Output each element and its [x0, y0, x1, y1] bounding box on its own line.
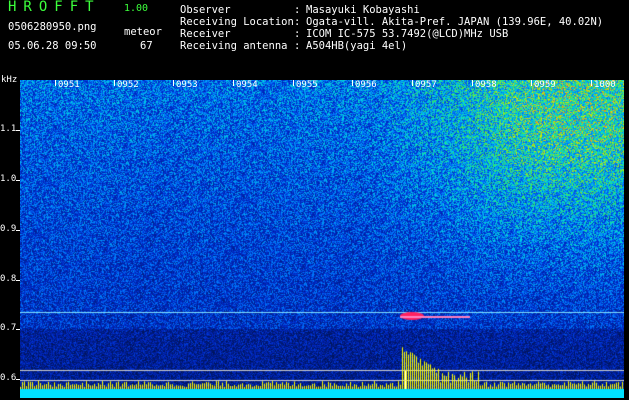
y-tick-label: 1.0: [0, 174, 17, 184]
antenna-label: Receiving antenna: [180, 40, 288, 52]
x-tick-label: 0951: [58, 80, 80, 90]
y-tick-label: 0.6: [0, 373, 17, 383]
y-tick-label: 1.1: [0, 124, 17, 134]
header-panel: HROFFT 1.00 0506280950.png meteor 05.06.…: [0, 0, 629, 74]
app-version: 1.00: [124, 3, 149, 14]
app-title: HROFFT: [8, 0, 101, 15]
x-tick-label: 0959: [534, 80, 556, 90]
y-axis-unit: kHz: [1, 75, 18, 85]
receiver-label: Receiver: [180, 28, 231, 40]
meteor-count: 67: [140, 40, 153, 52]
x-tick-label: 1000: [594, 80, 616, 90]
antenna-sep: :: [294, 40, 301, 52]
meteor-label: meteor: [124, 26, 162, 38]
spectrogram-canvas: [20, 80, 624, 398]
x-tick-label: 0953: [176, 80, 198, 90]
observer-value: Masayuki Kobayashi: [306, 4, 420, 16]
x-tick-label: 0956: [355, 80, 377, 90]
location-label: Receiving Location: [180, 16, 294, 28]
antenna-value: A504HB(yagi 4el): [306, 40, 408, 52]
observer-sep: :: [294, 4, 301, 16]
x-tick-label: 0954: [236, 80, 258, 90]
x-tick-label: 0957: [415, 80, 437, 90]
y-tick-label: 0.8: [0, 274, 17, 284]
timestamp: 05.06.28 09:50: [8, 40, 97, 52]
x-tick-label: 0958: [475, 80, 497, 90]
x-tick-label: 0955: [296, 80, 318, 90]
receiver-value: ICOM IC-575 53.7492(@LCD)MHz USB: [306, 28, 509, 40]
file-name: 0506280950.png: [8, 21, 97, 33]
y-tick-label: 0.9: [0, 224, 17, 234]
observer-label: Observer: [180, 4, 231, 16]
location-value: Ogata-vill. Akita-Pref. JAPAN (139.96E, …: [306, 16, 604, 28]
location-sep: :: [294, 16, 301, 28]
receiver-sep: :: [294, 28, 301, 40]
x-tick-label: 0952: [117, 80, 139, 90]
y-tick-label: 0.7: [0, 323, 17, 333]
